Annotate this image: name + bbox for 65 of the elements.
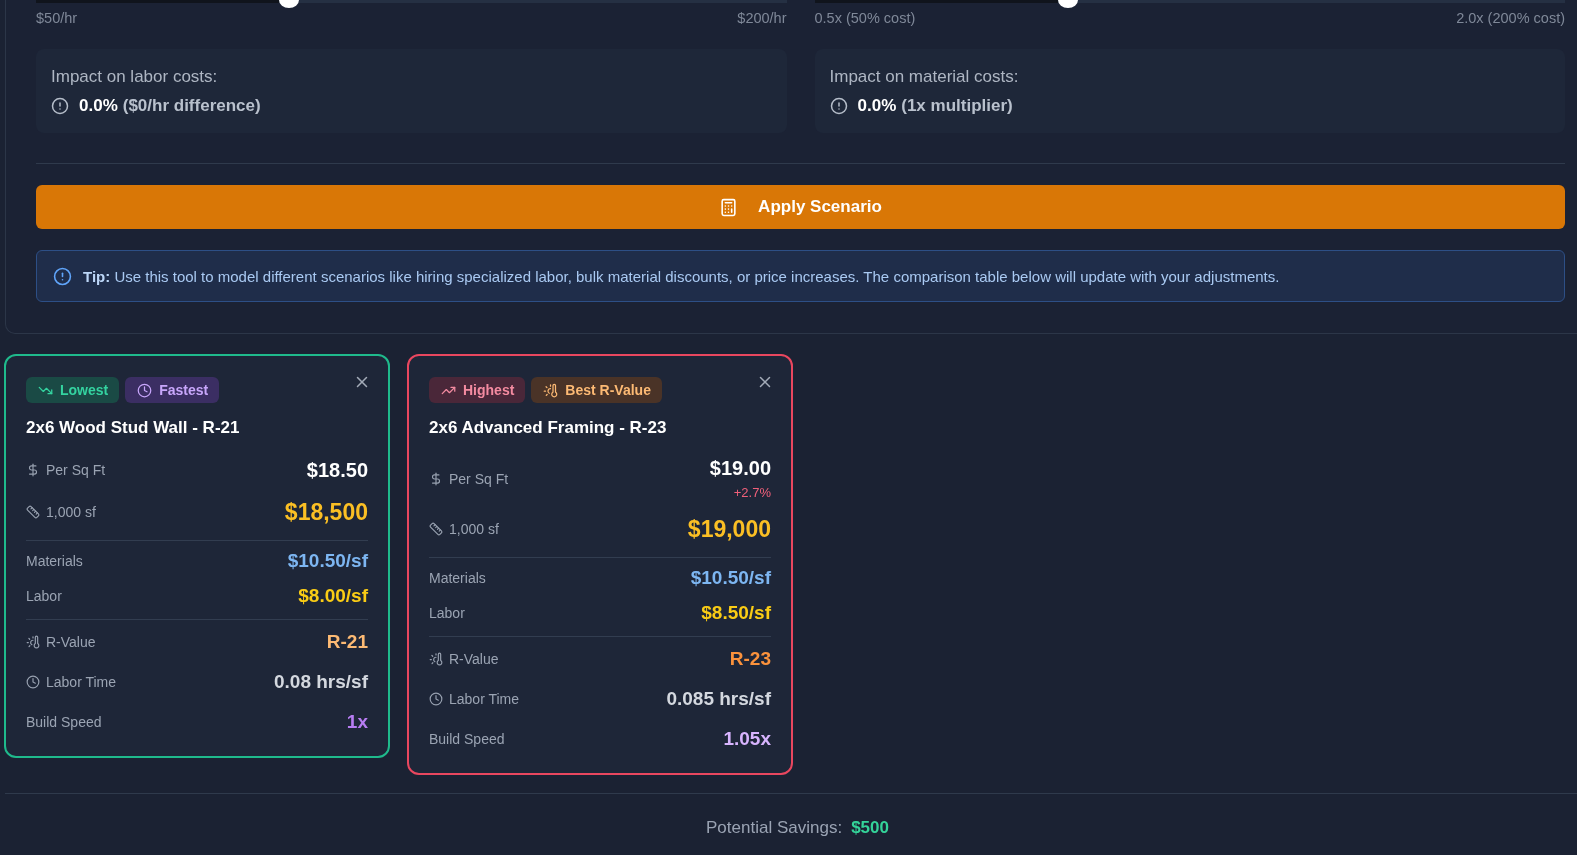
thermometer-sun-icon <box>26 635 40 649</box>
metric-label: Labor Time <box>46 674 117 690</box>
metric-label: Per Sq Ft <box>46 462 106 478</box>
thermometer-sun-icon <box>429 652 443 666</box>
impact-label: Impact on labor costs: <box>51 66 218 88</box>
ruler-icon <box>26 505 40 519</box>
slider-max-label: 2.0x (200% cost) <box>1456 10 1565 27</box>
price-per-sqft: $18.50 <box>306 458 368 482</box>
metric-label: Materials <box>429 570 486 586</box>
labor-time: 0.08 hrs/sf <box>274 670 368 694</box>
metric-label: 1,000 sf <box>449 521 499 537</box>
tip-text: Tip: Use this tool to model different scenarios like hiring specialized labor, bulk material discounts, or price increases. The comparison table below will update with your adjustments. <box>83 267 1280 285</box>
alert-circle-icon <box>829 96 848 115</box>
metric-label: Labor Time <box>449 691 520 707</box>
dollar-icon <box>26 463 40 477</box>
thermometer-sun-icon <box>543 382 559 398</box>
metric-label: Materials <box>26 553 83 569</box>
impact-label: Impact on material costs: <box>829 66 1019 88</box>
price-change: +2.7% <box>733 485 771 501</box>
impact-percent: 0.0% <box>857 95 897 117</box>
clock-icon <box>26 675 40 689</box>
clock-icon <box>137 382 153 398</box>
badge-label: Highest <box>463 382 515 398</box>
savings-value: $500 <box>851 818 889 838</box>
slider-thumb[interactable] <box>1057 0 1078 8</box>
r-value: R-23 <box>729 647 771 671</box>
metric-label: Labor <box>26 588 62 604</box>
savings-label: Potential Savings: <box>706 818 843 838</box>
price-per-sqft: $19.00 <box>709 456 771 480</box>
build-speed: 1.05x <box>723 727 771 751</box>
metric-label: R-Value <box>46 634 96 650</box>
slider-max-label: $200/hr <box>737 10 787 27</box>
card-title: 2x6 Wood Stud Wall - R-21 <box>26 417 241 439</box>
labor-cost: $8.00/sf <box>298 584 368 608</box>
total-cost: $19,000 <box>687 517 771 541</box>
alert-circle-icon <box>53 266 72 286</box>
materials-cost: $10.50/sf <box>287 549 368 573</box>
clock-icon <box>429 692 443 706</box>
metric-label: Per Sq Ft <box>449 470 509 487</box>
ruler-icon <box>429 522 443 536</box>
build-speed: 1x <box>346 710 368 734</box>
slider-min-label: $50/hr <box>36 10 78 27</box>
alert-circle-icon <box>51 96 69 115</box>
metric-label: R-Value <box>449 651 499 667</box>
total-cost: $18,500 <box>284 500 368 524</box>
badge-label: Best R-Value <box>565 382 651 398</box>
dollar-icon <box>429 471 443 486</box>
metric-label: Build Speed <box>429 731 505 747</box>
metric-label: Build Speed <box>26 714 102 730</box>
labor-time: 0.085 hrs/sf <box>666 687 771 711</box>
badge-label: Lowest <box>60 382 109 398</box>
metric-label: Labor <box>429 605 465 621</box>
slider-thumb[interactable] <box>279 0 300 8</box>
impact-percent: 0.0% <box>79 95 118 117</box>
r-value: R-21 <box>326 630 368 654</box>
apply-scenario-button[interactable]: Apply Scenario <box>36 185 1565 229</box>
metric-label: 1,000 sf <box>46 504 96 520</box>
calculator-icon <box>719 197 739 217</box>
impact-detail: ($0/hr difference) <box>122 95 261 117</box>
impact-detail: (1x multiplier) <box>901 95 1013 117</box>
badge-label: Fastest <box>159 382 209 398</box>
materials-cost: $10.50/sf <box>690 566 771 590</box>
slider-min-label: 0.5x (50% cost) <box>814 10 916 27</box>
labor-cost: $8.50/sf <box>701 601 771 625</box>
card-title: 2x6 Advanced Framing - R-23 <box>429 417 668 439</box>
